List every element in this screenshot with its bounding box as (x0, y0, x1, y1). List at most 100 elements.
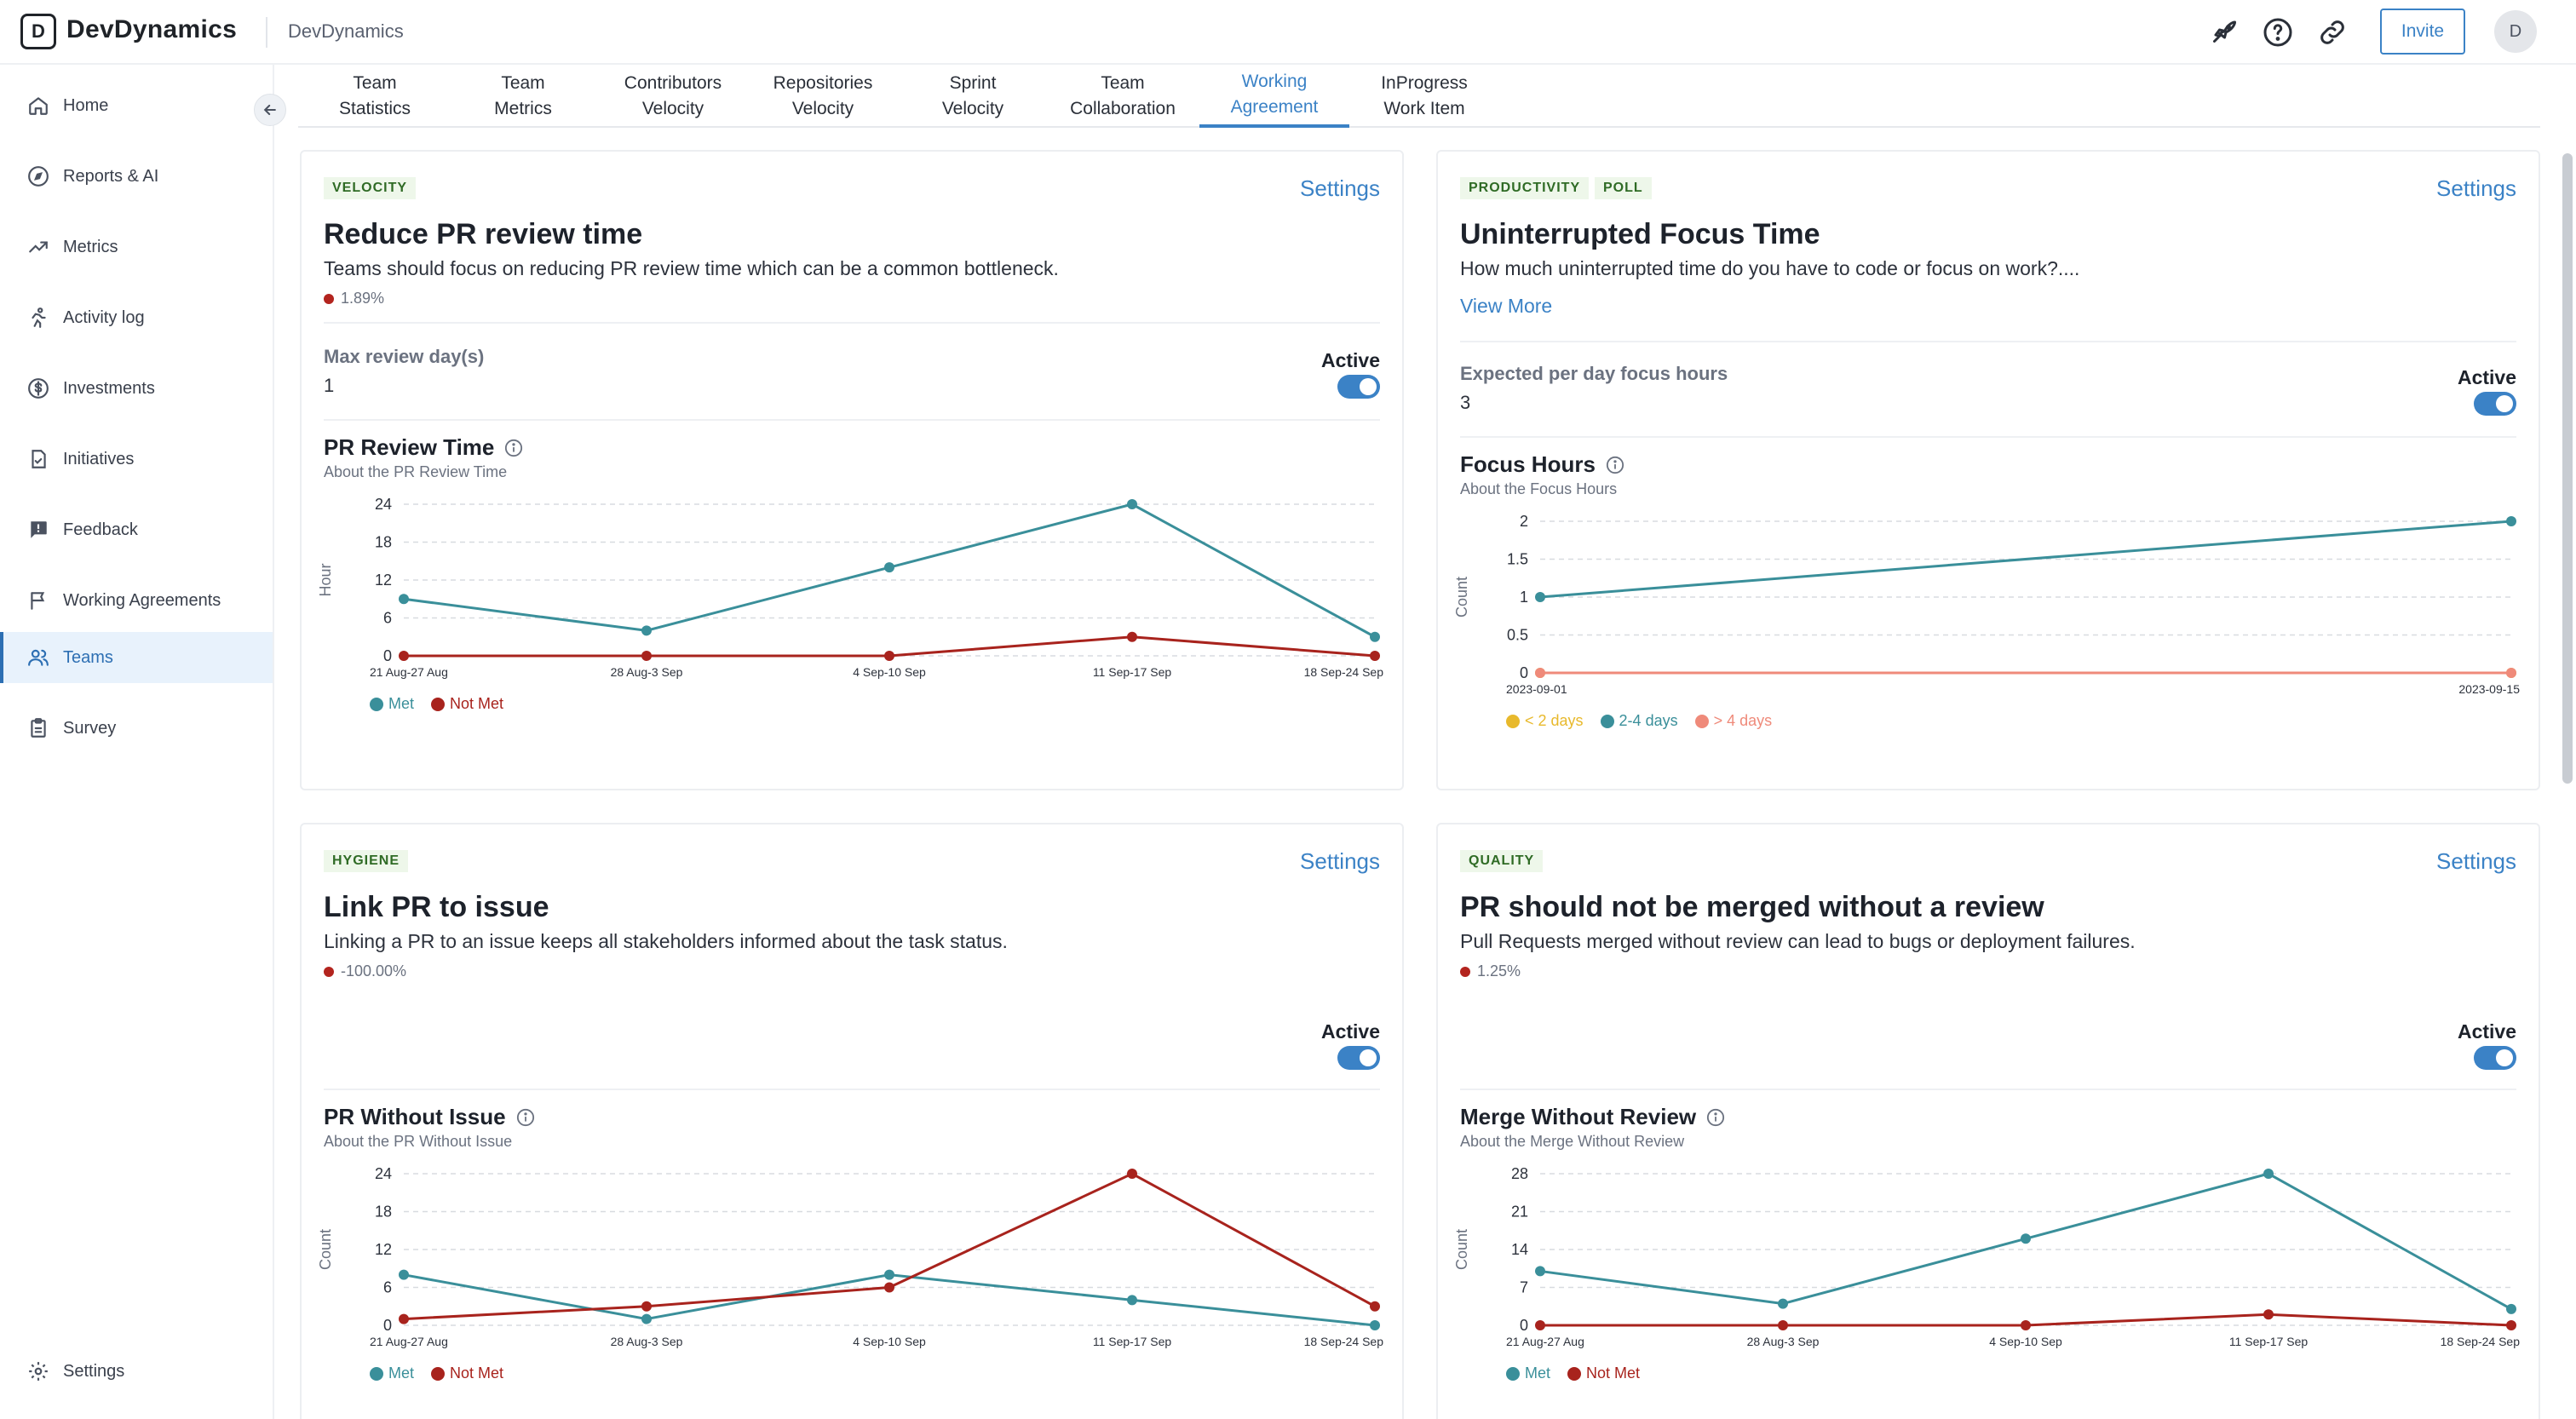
y-axis-label: Count (1455, 1229, 1470, 1270)
sidebar-item-label: Working Agreements (63, 590, 221, 610)
legend-item[interactable]: Met (1506, 1364, 1550, 1382)
active-toggle[interactable] (1337, 375, 1380, 399)
info-icon[interactable] (516, 1108, 535, 1127)
sidebar-item-survey[interactable]: Survey (0, 704, 273, 752)
x-tick-label: 2023-09-15 (2458, 682, 2520, 696)
y-axis-label: Count (319, 1229, 334, 1270)
feedback-icon (31, 521, 47, 538)
link-icon[interactable] (2317, 17, 2348, 48)
legend-item[interactable]: > 4 days (1694, 712, 1772, 730)
tab-label-line2: Velocity (941, 99, 1004, 118)
tab-team-statistics[interactable]: Team Statistics (298, 65, 451, 128)
info-icon[interactable] (504, 439, 523, 457)
sidebar-item-label: Initiatives (63, 449, 135, 468)
legend-swatch (1506, 714, 1520, 728)
rocket-icon[interactable] (2208, 17, 2239, 48)
tab-team-metrics[interactable]: Team Metrics (448, 65, 598, 128)
help-icon[interactable] (2263, 17, 2293, 48)
view-more-link[interactable]: View More (1460, 295, 1552, 318)
collapse-sidebar-button[interactable] (254, 94, 286, 126)
x-tick-label: 21 Aug-27 Aug (370, 665, 448, 679)
data-point (1535, 1320, 1545, 1330)
chart-title-text: Focus Hours (1460, 451, 1596, 477)
settings-link[interactable]: Settings (1300, 175, 1380, 202)
y-tick-label: 6 (383, 1279, 392, 1296)
legend-swatch (370, 1366, 383, 1381)
tab-contributors-velocity[interactable]: Contributors Velocity (598, 65, 748, 128)
active-toggle[interactable] (2474, 392, 2516, 416)
legend-label: Not Met (450, 695, 504, 712)
legend-item[interactable]: 2-4 days (1600, 712, 1678, 730)
tab-inprogress-work-item[interactable]: InProgress Work Item (1349, 65, 1499, 128)
tab-label-line1: Team (353, 73, 397, 93)
change-dot (324, 293, 334, 304)
y-tick-label: 0 (383, 1317, 392, 1334)
legend-item[interactable]: Met (370, 695, 414, 713)
sidebar-item-initiatives[interactable]: Initiatives (0, 435, 273, 483)
y-tick-label: 24 (375, 1165, 392, 1182)
tab-label-line1: Repositories (773, 73, 873, 93)
legend-item[interactable]: Not Met (431, 695, 503, 713)
data-point (1535, 668, 1545, 678)
sidebar-item-investments[interactable]: Investments (0, 365, 273, 412)
chart-legend: Met Not Met (370, 695, 520, 713)
active-toggle[interactable] (2474, 1046, 2516, 1070)
logo-icon[interactable]: D (20, 14, 56, 49)
data-point (399, 594, 409, 605)
settings-link[interactable]: Settings (1300, 848, 1380, 875)
y-tick-label: 6 (383, 610, 392, 627)
y-tick-label: 14 (1511, 1241, 1528, 1258)
data-point (884, 1282, 894, 1293)
page-scrollbar[interactable] (2562, 153, 2573, 784)
y-tick-label: 0.5 (1507, 627, 1528, 644)
sidebar-item-feedback[interactable]: Feedback (0, 506, 273, 554)
tab-label-line1: Team (501, 73, 545, 93)
doc-check-icon (32, 450, 46, 468)
tab-sprint-velocity[interactable]: Sprint Velocity (898, 65, 1048, 128)
data-point (399, 651, 409, 661)
chart-subtitle: About the PR Without Issue (324, 1133, 513, 1150)
data-point (641, 1313, 652, 1324)
avatar[interactable]: D (2494, 10, 2537, 53)
sidebar-item-reports[interactable]: Reports & AI (0, 152, 273, 200)
tab-repositories-velocity[interactable]: Repositories Velocity (748, 65, 898, 128)
tab-label-line1: Working (1241, 72, 1308, 91)
y-tick-label: 28 (1511, 1165, 1528, 1182)
brand-name[interactable]: DevDynamics (66, 15, 237, 44)
y-tick-label: 1 (1520, 589, 1528, 606)
y-tick-label: 0 (1520, 1317, 1528, 1334)
active-toggle[interactable] (1337, 1046, 1380, 1070)
sidebar-item-activity-log[interactable]: Activity log (0, 294, 273, 342)
pr-without-issue-chart: Count 0 6 12 18 24 21 Aug-27 Aug 28 Aug-3 Sep 4 … (319, 1165, 1383, 1348)
tab-working-agreement[interactable]: Working Agreement (1199, 65, 1349, 128)
y-tick-label: 0 (1520, 664, 1528, 681)
legend-item[interactable]: Not Met (431, 1364, 503, 1382)
card-title: Link PR to issue (324, 891, 549, 923)
settings-link[interactable]: Settings (2436, 175, 2516, 202)
info-icon[interactable] (1606, 456, 1624, 474)
sidebar-item-settings[interactable]: Settings (0, 1347, 273, 1395)
info-icon[interactable] (1706, 1108, 1725, 1127)
y-tick-label: 21 (1511, 1204, 1528, 1221)
invite-button[interactable]: Invite (2380, 9, 2465, 55)
legend-item[interactable]: Met (370, 1364, 414, 1382)
legend-item[interactable]: < 2 days (1506, 712, 1584, 730)
active-label: Active (1320, 349, 1380, 371)
home-icon (29, 97, 48, 115)
sidebar-item-working-agreements[interactable]: Working Agreements (0, 577, 273, 624)
data-point (1127, 1169, 1137, 1179)
tab-label-line2: Velocity (791, 99, 854, 118)
legend-swatch (431, 1366, 446, 1381)
data-point (2506, 1320, 2516, 1330)
settings-link[interactable]: Settings (2436, 848, 2516, 875)
sidebar-item-metrics[interactable]: Metrics (0, 223, 273, 271)
sidebar-item-home[interactable]: Home (0, 82, 273, 129)
sidebar-item-teams[interactable]: Teams (0, 632, 273, 683)
sidebar-item-label: Settings (63, 1361, 125, 1381)
y-tick-label: 0 (383, 647, 392, 664)
data-point (2506, 1303, 2516, 1314)
legend-item[interactable]: Not Met (1567, 1364, 1640, 1382)
chart-title-text: Merge Without Review (1460, 1104, 1697, 1129)
users-icon (28, 649, 49, 666)
tab-team-collaboration[interactable]: Team Collaboration (1048, 65, 1198, 128)
